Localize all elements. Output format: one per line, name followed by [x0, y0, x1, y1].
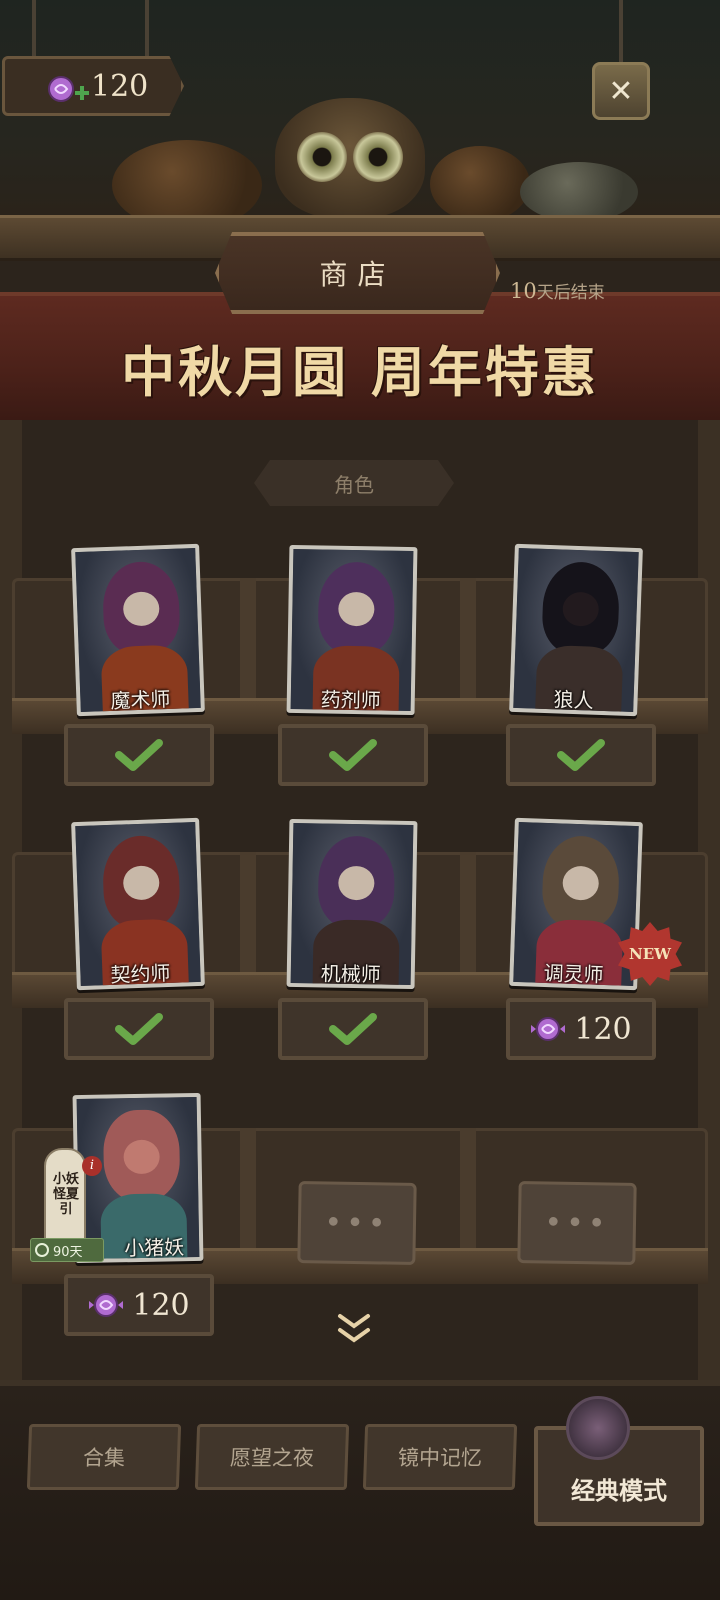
price-value: 120: [132, 1287, 190, 1323]
owned-plate: [506, 724, 656, 786]
owned-plate: [278, 998, 428, 1060]
candy-icon: [531, 1017, 566, 1041]
pumpkin-decoration: [430, 146, 530, 222]
character-name: 魔术师: [110, 686, 171, 713]
info-button[interactable]: i: [82, 1156, 102, 1176]
candy-icon: [89, 1293, 124, 1317]
nav-label: 愿望之夜: [229, 1446, 315, 1470]
category-label: 角色: [334, 472, 374, 497]
clock-icon: [35, 1243, 49, 1257]
buy-button-pig-demon[interactable]: 120: [64, 1274, 214, 1336]
character-card-mechanic[interactable]: 机械师: [286, 818, 418, 990]
character-card-magician[interactable]: 魔术师: [71, 543, 205, 717]
price-value: 120: [574, 1011, 632, 1047]
currency-amount: 120: [91, 68, 149, 104]
page-title: 商店: [319, 258, 396, 291]
empty-slot-dots: •••: [324, 1204, 390, 1242]
buy-button-spiritualist[interactable]: 120: [506, 998, 656, 1060]
limited-tag-label: 小妖怪夏引: [52, 1172, 79, 1217]
character-name: 契约师: [110, 960, 171, 987]
check-icon: [329, 1013, 377, 1045]
skull-decoration: [520, 162, 638, 222]
nav-collection-button[interactable]: 合集: [26, 1424, 182, 1490]
check-icon: [115, 1013, 163, 1045]
category-tab[interactable]: 角色: [254, 460, 454, 506]
nav-label: 经典模式: [571, 1477, 667, 1505]
check-icon: [115, 739, 163, 771]
character-name: 机械师: [320, 961, 381, 987]
nav-mirror-memory-button[interactable]: 镜中记忆: [362, 1424, 518, 1490]
countdown-label: 天后结束: [536, 283, 605, 303]
days-remaining-badge: 90天: [30, 1238, 104, 1262]
character-card-alchemist[interactable]: 药剂师: [286, 544, 418, 716]
countdown-days: 10: [510, 279, 537, 303]
currency-display[interactable]: 120: [2, 56, 184, 116]
chain-decoration: [32, 0, 36, 58]
nav-wish-night-button[interactable]: 愿望之夜: [194, 1424, 350, 1490]
check-icon: [557, 739, 605, 771]
empty-slot-dots: •••: [544, 1204, 610, 1242]
nav-label: 镜中记忆: [397, 1446, 483, 1470]
close-icon: ✕: [608, 73, 634, 109]
empty-slot: •••: [517, 1180, 637, 1266]
chain-decoration: [145, 0, 149, 58]
classic-mode-emblem-icon: [566, 1396, 630, 1460]
character-card-contractor[interactable]: 契约师: [71, 817, 205, 991]
new-badge-label: NEW: [629, 945, 671, 963]
scroll-down-icon[interactable]: [334, 1310, 374, 1346]
owned-plate: [64, 724, 214, 786]
empty-slot: •••: [297, 1180, 417, 1266]
owned-plate: [64, 998, 214, 1060]
character-card-werewolf[interactable]: 狼人: [509, 543, 643, 717]
candy-plus-icon: [48, 76, 89, 102]
owl-decoration: [275, 98, 425, 218]
character-name: 狼人: [553, 687, 594, 713]
days-remaining: 90天: [53, 1244, 83, 1260]
close-button[interactable]: ✕: [592, 62, 650, 120]
owned-plate: [278, 724, 428, 786]
owl-eye: [297, 132, 347, 182]
character-name: 调灵师: [543, 960, 604, 987]
shop-title-plate: 商店: [215, 232, 500, 314]
character-name: 药剂师: [320, 687, 381, 713]
event-countdown: 10天后结束: [510, 278, 605, 303]
banner-title: 中秋月圆 周年特惠: [121, 340, 599, 404]
nav-label: 合集: [82, 1446, 126, 1470]
check-icon: [329, 739, 377, 771]
owl-eye: [353, 132, 403, 182]
chain-decoration: [619, 0, 623, 62]
